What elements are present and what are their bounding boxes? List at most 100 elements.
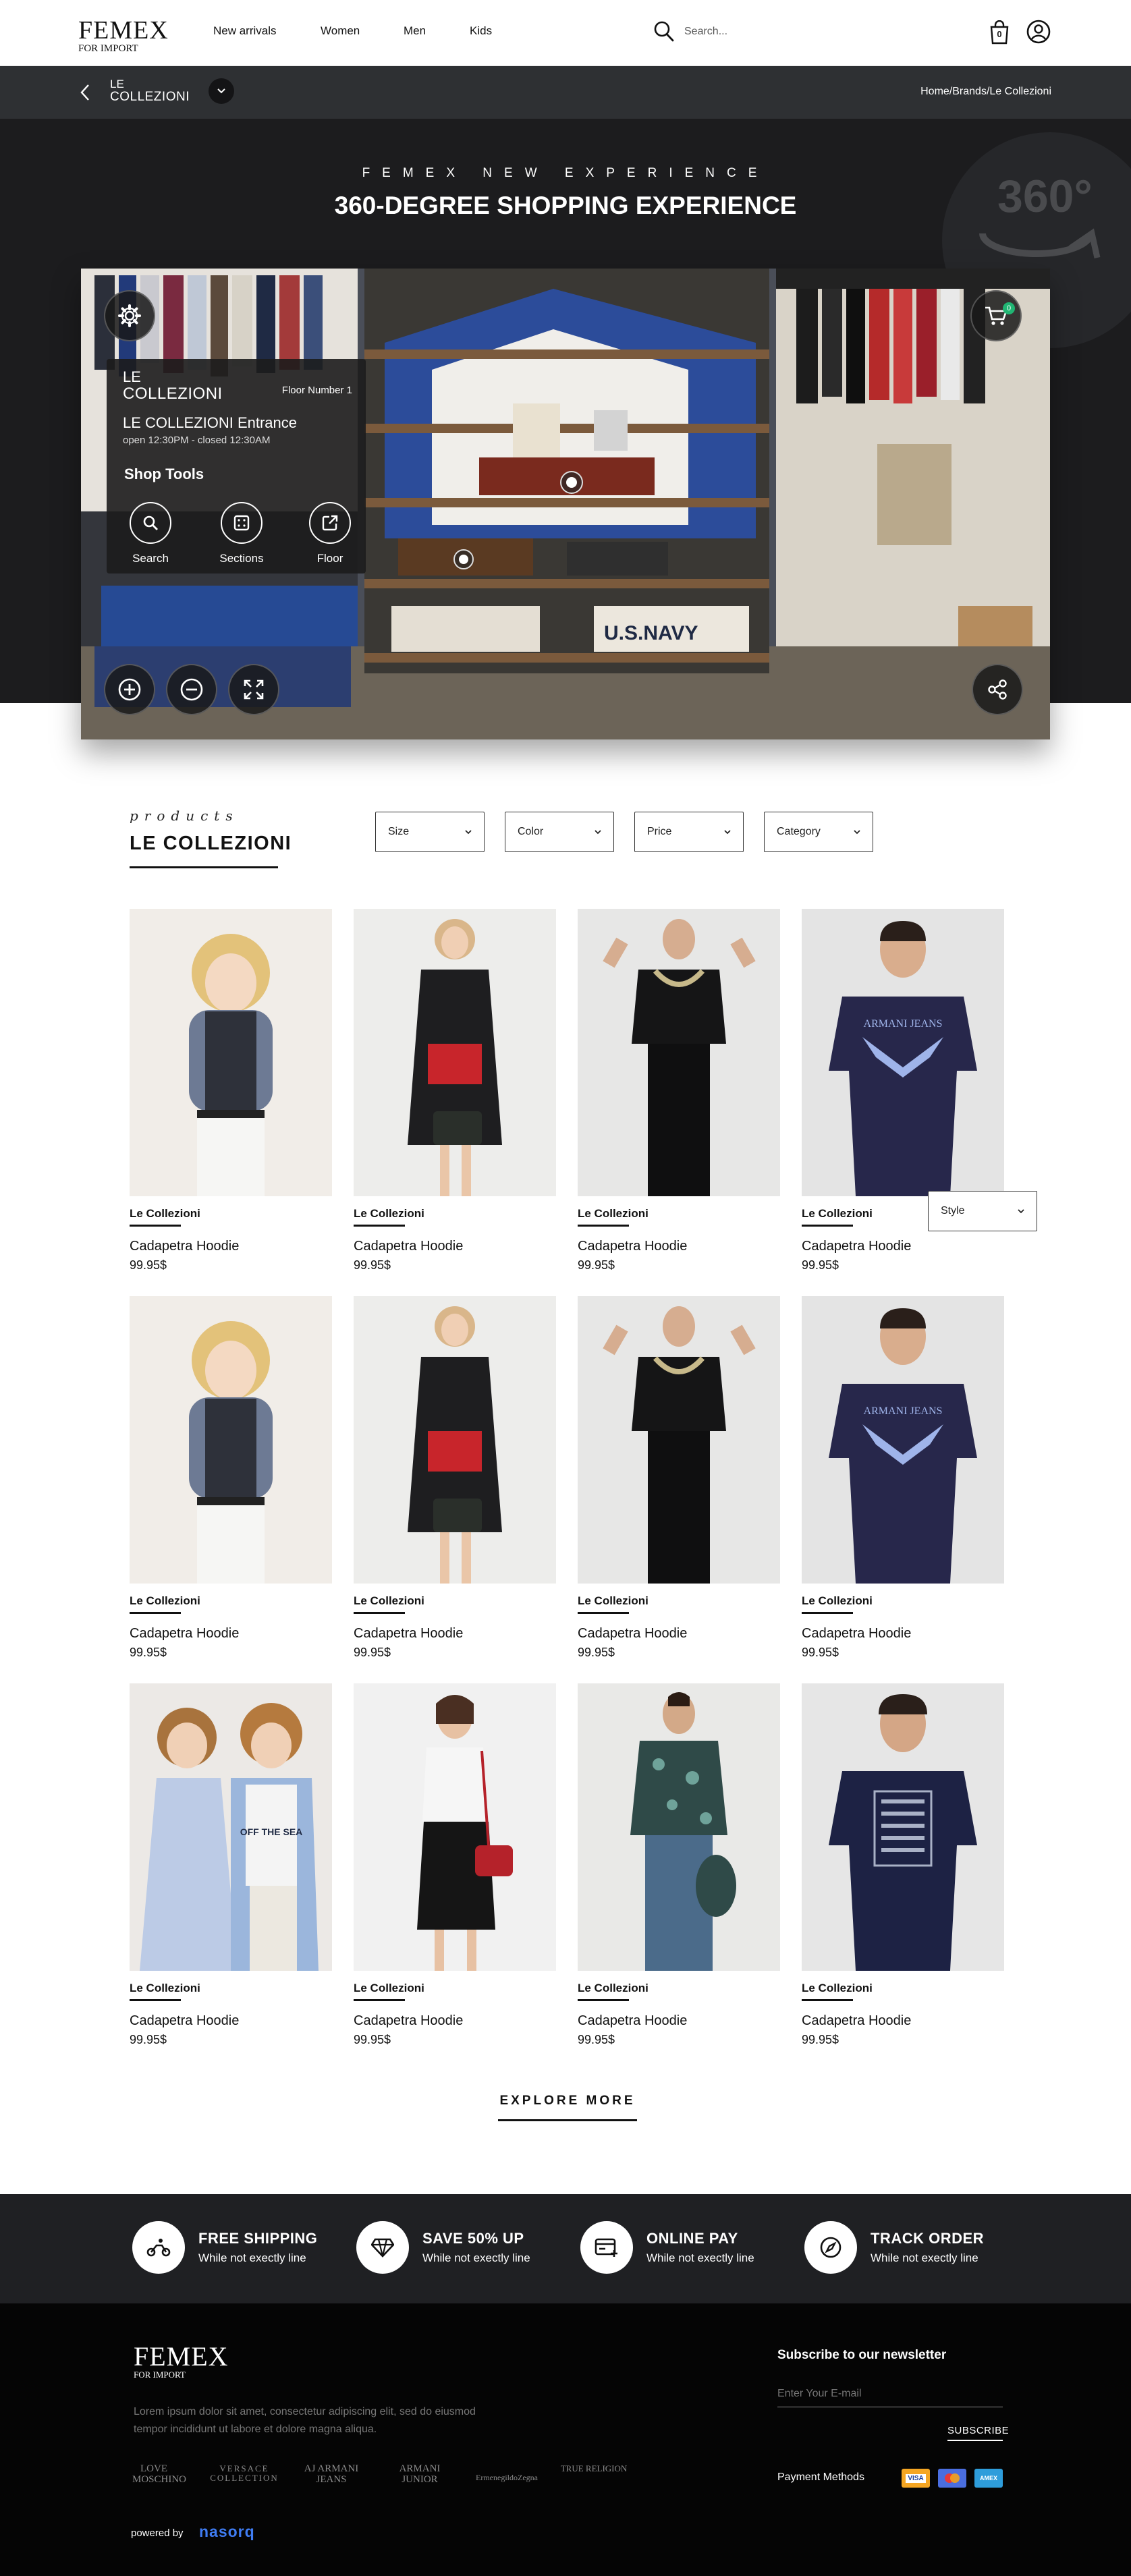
filter-price[interactable]: Price — [634, 812, 744, 852]
product-image-black-dress[interactable] — [354, 909, 556, 1196]
chevron-down-icon — [854, 829, 860, 834]
explore-more-button[interactable]: EXPLORE MORE — [498, 2094, 637, 2108]
search-input[interactable] — [684, 22, 887, 42]
mastercard-icon: MC — [938, 2469, 966, 2488]
share-button[interactable] — [972, 664, 1023, 715]
product-brand: Le Collezioni — [578, 1594, 649, 1607]
brand-armani-junior[interactable]: ARMANI JUNIOR — [389, 2463, 451, 2486]
product-image-boy-vest[interactable] — [130, 909, 332, 1196]
product-name[interactable]: Cadapetra Hoodie — [578, 2013, 780, 2029]
filter-category[interactable]: Category — [764, 812, 873, 852]
tool-floor-button[interactable]: Floor — [300, 502, 360, 565]
zoom-in-button[interactable] — [104, 664, 155, 715]
user-account-icon[interactable] — [1026, 19, 1051, 48]
feature-track-order: TRACK ORDER While not exectly line — [804, 2221, 984, 2274]
nav-kids[interactable]: Kids — [470, 24, 492, 38]
product-image-woman-red-bag[interactable] — [354, 1683, 556, 1971]
hotspot-marker[interactable] — [453, 549, 474, 569]
product-name[interactable]: Cadapetra Hoodie — [130, 1239, 332, 1254]
minus-circle-icon — [180, 678, 203, 701]
opening-hours: open 12:30PM - closed 12:30AM — [123, 435, 271, 446]
brand-armani-jeans[interactable]: AJ ARMANI JEANS — [301, 2463, 362, 2486]
femex-logo[interactable]: FEMEX FOR IMPORT — [78, 18, 169, 54]
brand-dropdown-button[interactable] — [209, 78, 234, 104]
brand-love-moschino[interactable]: LOVE MOSCHINO — [132, 2463, 186, 2486]
product-price: 99.95$ — [802, 2033, 839, 2046]
product-card[interactable]: Le Collezioni Cadapetra Hoodie 99.95$ — [802, 1683, 1004, 2047]
nav-new-arrivals[interactable]: New arrivals — [213, 24, 277, 38]
panel-brand-bottom: COLLEZIONI — [123, 385, 223, 403]
product-card[interactable]: Le Collezioni Cadapetra Hoodie 99.95$ — [578, 1296, 780, 1660]
product-name[interactable]: Cadapetra Hoodie — [354, 1239, 556, 1254]
nasorq-logo[interactable]: nasorq — [199, 2523, 255, 2541]
product-image-black-dress[interactable] — [354, 1296, 556, 1584]
settings-button[interactable] — [104, 290, 155, 341]
product-name[interactable]: Cadapetra Hoodie — [802, 1239, 1004, 1254]
search-icon — [130, 502, 171, 544]
product-name[interactable]: Cadapetra Hoodie — [578, 1239, 780, 1254]
filter-color[interactable]: Color — [505, 812, 614, 852]
fullscreen-button[interactable] — [228, 664, 279, 715]
features-strip: FREE SHIPPING While not exectly line SAVE… — [0, 2194, 1131, 2303]
product-brand: Le Collezioni — [354, 1594, 424, 1607]
newsletter-title: Subscribe to our newsletter — [777, 2348, 947, 2362]
chevron-down-icon — [595, 829, 601, 834]
delivery-scooter-icon — [132, 2221, 185, 2274]
product-name[interactable]: Cadapetra Hoodie — [354, 1626, 556, 1642]
product-card[interactable]: Le Collezioni Cadapetra Hoodie 99.95$ — [354, 909, 556, 1272]
filter-size[interactable]: Size — [375, 812, 485, 852]
product-price: 99.95$ — [130, 1258, 167, 1272]
nav-men[interactable]: Men — [404, 24, 426, 38]
filter-style[interactable]: Style — [928, 1191, 1037, 1231]
product-card[interactable]: OFF THE SEA Le Collezioni Cadapetra Hood… — [130, 1683, 332, 2047]
product-name[interactable]: Cadapetra Hoodie — [354, 2013, 556, 2029]
hotspot-marker[interactable] — [560, 471, 583, 494]
back-arrow-icon[interactable] — [80, 84, 90, 105]
product-card[interactable]: ARMANI JEANS Le Collezioni Cadapetra Hoo… — [802, 1296, 1004, 1660]
nav-women[interactable]: Women — [321, 24, 360, 38]
search-icon[interactable] — [653, 20, 675, 47]
footer-logo[interactable]: FEMEX FOR IMPORT — [134, 2343, 229, 2380]
viewer-cart-button[interactable]: 0 — [970, 290, 1022, 341]
product-image-navy-tee-armani[interactable]: ARMANI JEANS — [802, 909, 1004, 1196]
product-name[interactable]: Cadapetra Hoodie — [578, 1626, 780, 1642]
product-card[interactable]: Le Collezioni Cadapetra Hoodie 99.95$ — [130, 909, 332, 1272]
product-card[interactable]: Le Collezioni Cadapetra Hoodie 99.95$ — [354, 1296, 556, 1660]
entrance-title: LE COLLEZIONI Entrance — [123, 414, 297, 431]
brand-true-religion[interactable]: TRUE RELIGION — [560, 2464, 628, 2473]
product-card[interactable]: Le Collezioni Cadapetra Hoodie 99.95$ — [354, 1683, 556, 2047]
store-info-panel: LE COLLEZIONI Floor Number 1 LE COLLEZIO… — [107, 359, 366, 573]
panorama-viewer[interactable]: U.S.NAVY 0 LE COLLEZIONI Floor Number 1 … — [81, 269, 1050, 739]
product-image-navy-tee-armani[interactable]: ARMANI JEANS — [802, 1296, 1004, 1584]
product-name[interactable]: Cadapetra Hoodie — [130, 2013, 332, 2029]
breadcrumb[interactable]: Home/Brands/Le Collezioni — [920, 86, 1051, 98]
amex-card-icon: AMEX — [974, 2469, 1003, 2488]
subscribe-button[interactable]: SUBSCRIBE — [947, 2425, 1009, 2436]
brand-versace-collection[interactable]: VERSACE COLLECTION — [202, 2464, 286, 2482]
tool-sections-button[interactable]: Sections — [208, 502, 275, 565]
tool-search-button[interactable]: Search — [120, 502, 181, 565]
product-card[interactable]: Le Collezioni Cadapetra Hoodie 99.95$ — [578, 909, 780, 1272]
product-image-navy-tee-print[interactable] — [802, 1683, 1004, 1971]
product-name[interactable]: Cadapetra Hoodie — [802, 2013, 1004, 2029]
product-name[interactable]: Cadapetra Hoodie — [802, 1626, 1004, 1642]
product-name[interactable]: Cadapetra Hoodie — [130, 1626, 332, 1642]
product-card[interactable]: Le Collezioni Cadapetra Hoodie 99.95$ — [578, 1683, 780, 2047]
product-image-boy-vest[interactable] — [130, 1296, 332, 1584]
payment-methods-label: Payment Methods — [777, 2471, 864, 2483]
product-image-printed-jacket[interactable] — [578, 1683, 780, 1971]
product-image-black-tee-man[interactable] — [578, 1296, 780, 1584]
zoom-out-button[interactable] — [166, 664, 217, 715]
product-price: 99.95$ — [578, 1646, 615, 1659]
product-brand: Le Collezioni — [354, 1982, 424, 1994]
floor-number: Floor Number 1 — [281, 385, 352, 396]
cart-button[interactable]: 0 — [988, 20, 1011, 48]
brand-logo-small: LE COLLEZIONI — [110, 78, 190, 104]
tshirt-print: ARMANI JEANS — [864, 1405, 943, 1417]
products-title: LE COLLEZIONI — [130, 833, 292, 854]
product-image-black-tee-man[interactable] — [578, 909, 780, 1196]
newsletter-email-input[interactable] — [777, 2380, 1003, 2407]
product-image-kids-pair[interactable]: OFF THE SEA — [130, 1683, 332, 1971]
brand-ermenegildo-zegna[interactable]: ErmenegildoZegna — [470, 2473, 544, 2482]
product-card[interactable]: Le Collezioni Cadapetra Hoodie 99.95$ — [130, 1296, 332, 1660]
